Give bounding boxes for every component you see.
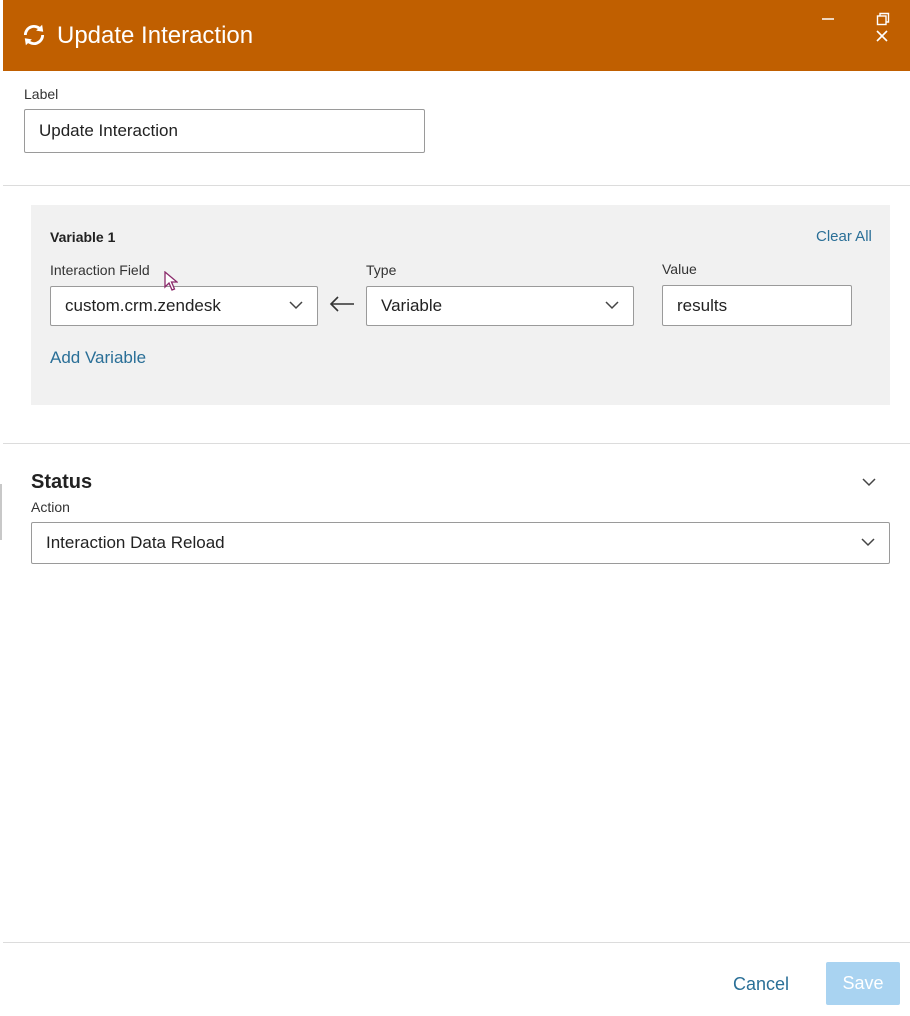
chevron-down-icon: [605, 301, 619, 310]
variable-heading: Variable 1: [50, 229, 116, 245]
save-button[interactable]: Save: [826, 962, 900, 1005]
dialog-title: Update Interaction: [57, 22, 254, 49]
arrow-left-icon: [329, 296, 354, 312]
type-value: Variable: [381, 296, 443, 315]
label-field-label: Label: [24, 86, 59, 102]
section-divider: [3, 185, 910, 186]
interaction-field-select[interactable]: custom.crm.zendesk: [50, 286, 318, 326]
value-label: Value: [662, 261, 697, 277]
restore-icon[interactable]: [876, 12, 890, 26]
chevron-down-icon[interactable]: [862, 478, 876, 487]
chevron-down-icon: [289, 301, 303, 310]
value-input[interactable]: [662, 285, 852, 326]
action-value: Interaction Data Reload: [46, 533, 225, 552]
label-input[interactable]: [24, 109, 425, 153]
add-variable-link[interactable]: Add Variable: [50, 347, 146, 369]
minimize-icon[interactable]: [821, 14, 835, 24]
dialog-header: Update Interaction: [3, 0, 910, 71]
panel-edge: [0, 484, 2, 540]
action-select[interactable]: Interaction Data Reload: [31, 522, 890, 564]
interaction-field-label: Interaction Field: [50, 262, 150, 278]
action-label: Action: [31, 499, 70, 515]
clear-all-link[interactable]: Clear All: [816, 228, 872, 246]
chevron-down-icon: [861, 538, 875, 547]
cancel-button[interactable]: Cancel: [728, 968, 794, 1000]
interaction-field-value: custom.crm.zendesk: [65, 296, 221, 315]
mouse-cursor-icon: [164, 271, 178, 291]
status-section-title: Status: [31, 471, 93, 493]
section-divider: [3, 443, 910, 444]
close-icon[interactable]: [875, 29, 889, 43]
refresh-icon: [23, 24, 45, 46]
type-label: Type: [366, 262, 397, 278]
type-select[interactable]: Variable: [366, 286, 634, 326]
footer-divider: [3, 942, 910, 943]
